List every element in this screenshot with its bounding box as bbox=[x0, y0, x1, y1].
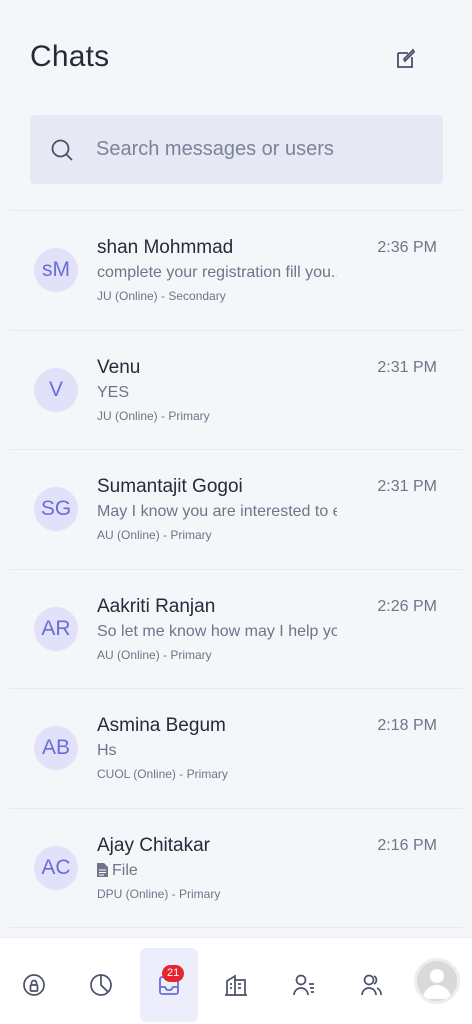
chat-time: 2:36 PM bbox=[377, 239, 437, 256]
chat-row[interactable]: SG Sumantajit Gogoi May I know you are i… bbox=[10, 450, 462, 570]
avatar: SG bbox=[34, 487, 78, 531]
avatar: V bbox=[34, 367, 78, 412]
tab-at-lock[interactable] bbox=[5, 948, 63, 1022]
chat-meta: JU (Online) - Secondary bbox=[97, 289, 226, 303]
chat-meta: CUOL (Online) - Primary bbox=[97, 767, 228, 781]
header: Chats bbox=[0, 0, 472, 110]
chat-row[interactable]: AC Ajay Chitakar File DPU (Online) - Pri… bbox=[10, 809, 462, 928]
chat-meta: AU (Online) - Primary bbox=[97, 528, 212, 542]
chat-row[interactable]: AB Asmina Begum Hs CUOL (Online) - Prima… bbox=[10, 689, 462, 809]
page-title: Chats bbox=[30, 40, 110, 73]
chat-message: May I know you are interested to en... bbox=[97, 503, 337, 520]
chat-meta: AU (Online) - Primary bbox=[97, 647, 212, 662]
avatar: sM bbox=[34, 248, 78, 292]
chat-time: 2:16 PM bbox=[377, 836, 437, 854]
chat-message-text: File bbox=[112, 861, 138, 879]
chat-message: complete your registration fill you... bbox=[97, 264, 337, 281]
chat-name: shan Mohmmad bbox=[97, 237, 234, 258]
chat-message: File bbox=[97, 862, 138, 880]
chat-name: Asmina Begum bbox=[97, 715, 226, 736]
chat-time: 2:26 PM bbox=[377, 597, 437, 615]
avatar: AC bbox=[34, 845, 78, 890]
user-list-icon bbox=[293, 974, 314, 996]
pie-chart-icon bbox=[90, 974, 112, 996]
chat-row[interactable]: sM shan Mohmmad complete your registrati… bbox=[10, 211, 462, 331]
bottom-tab-bar: 21 bbox=[0, 937, 472, 1024]
users-icon bbox=[361, 974, 382, 996]
chat-name: Ajay Chitakar bbox=[97, 834, 210, 856]
chat-time: 2:31 PM bbox=[377, 358, 437, 376]
tab-users[interactable] bbox=[342, 948, 400, 1022]
tab-inbox[interactable]: 21 bbox=[140, 948, 198, 1022]
chat-row[interactable]: AR Aakriti Ranjan So let me know how may… bbox=[10, 570, 462, 689]
tab-user-list[interactable] bbox=[275, 948, 333, 1022]
tab-analytics[interactable] bbox=[72, 948, 130, 1022]
chat-name: Sumantajit Gogoi bbox=[97, 476, 243, 497]
avatar: AR bbox=[34, 606, 78, 651]
chat-meta: JU (Online) - Primary bbox=[97, 408, 210, 423]
avatar: AB bbox=[34, 726, 78, 770]
search-icon bbox=[51, 139, 73, 161]
chat-name: Venu bbox=[97, 356, 141, 378]
building-icon bbox=[225, 974, 247, 996]
chat-message: Hs bbox=[97, 742, 117, 759]
chat-list: sM shan Mohmmad complete your registrati… bbox=[0, 211, 472, 928]
chat-row[interactable]: V Venu YES JU (Online) - Primary 2:31 PM bbox=[10, 331, 462, 450]
chat-meta: DPU (Online) - Primary bbox=[97, 886, 221, 901]
at-lock-icon bbox=[23, 974, 45, 996]
file-icon bbox=[97, 862, 108, 877]
search-input[interactable] bbox=[96, 138, 416, 161]
profile-avatar-icon[interactable] bbox=[414, 958, 460, 1004]
notification-badge: 21 bbox=[162, 965, 185, 982]
chat-time: 2:31 PM bbox=[377, 478, 437, 495]
chat-message: YES bbox=[97, 383, 130, 401]
search-bar[interactable] bbox=[30, 115, 443, 184]
chat-name: Aakriti Ranjan bbox=[97, 595, 216, 617]
tab-institutions[interactable] bbox=[207, 948, 265, 1022]
chat-message: So let me know how may I help you ... bbox=[97, 622, 337, 640]
chat-time: 2:18 PM bbox=[377, 717, 437, 734]
compose-icon[interactable] bbox=[393, 46, 419, 72]
